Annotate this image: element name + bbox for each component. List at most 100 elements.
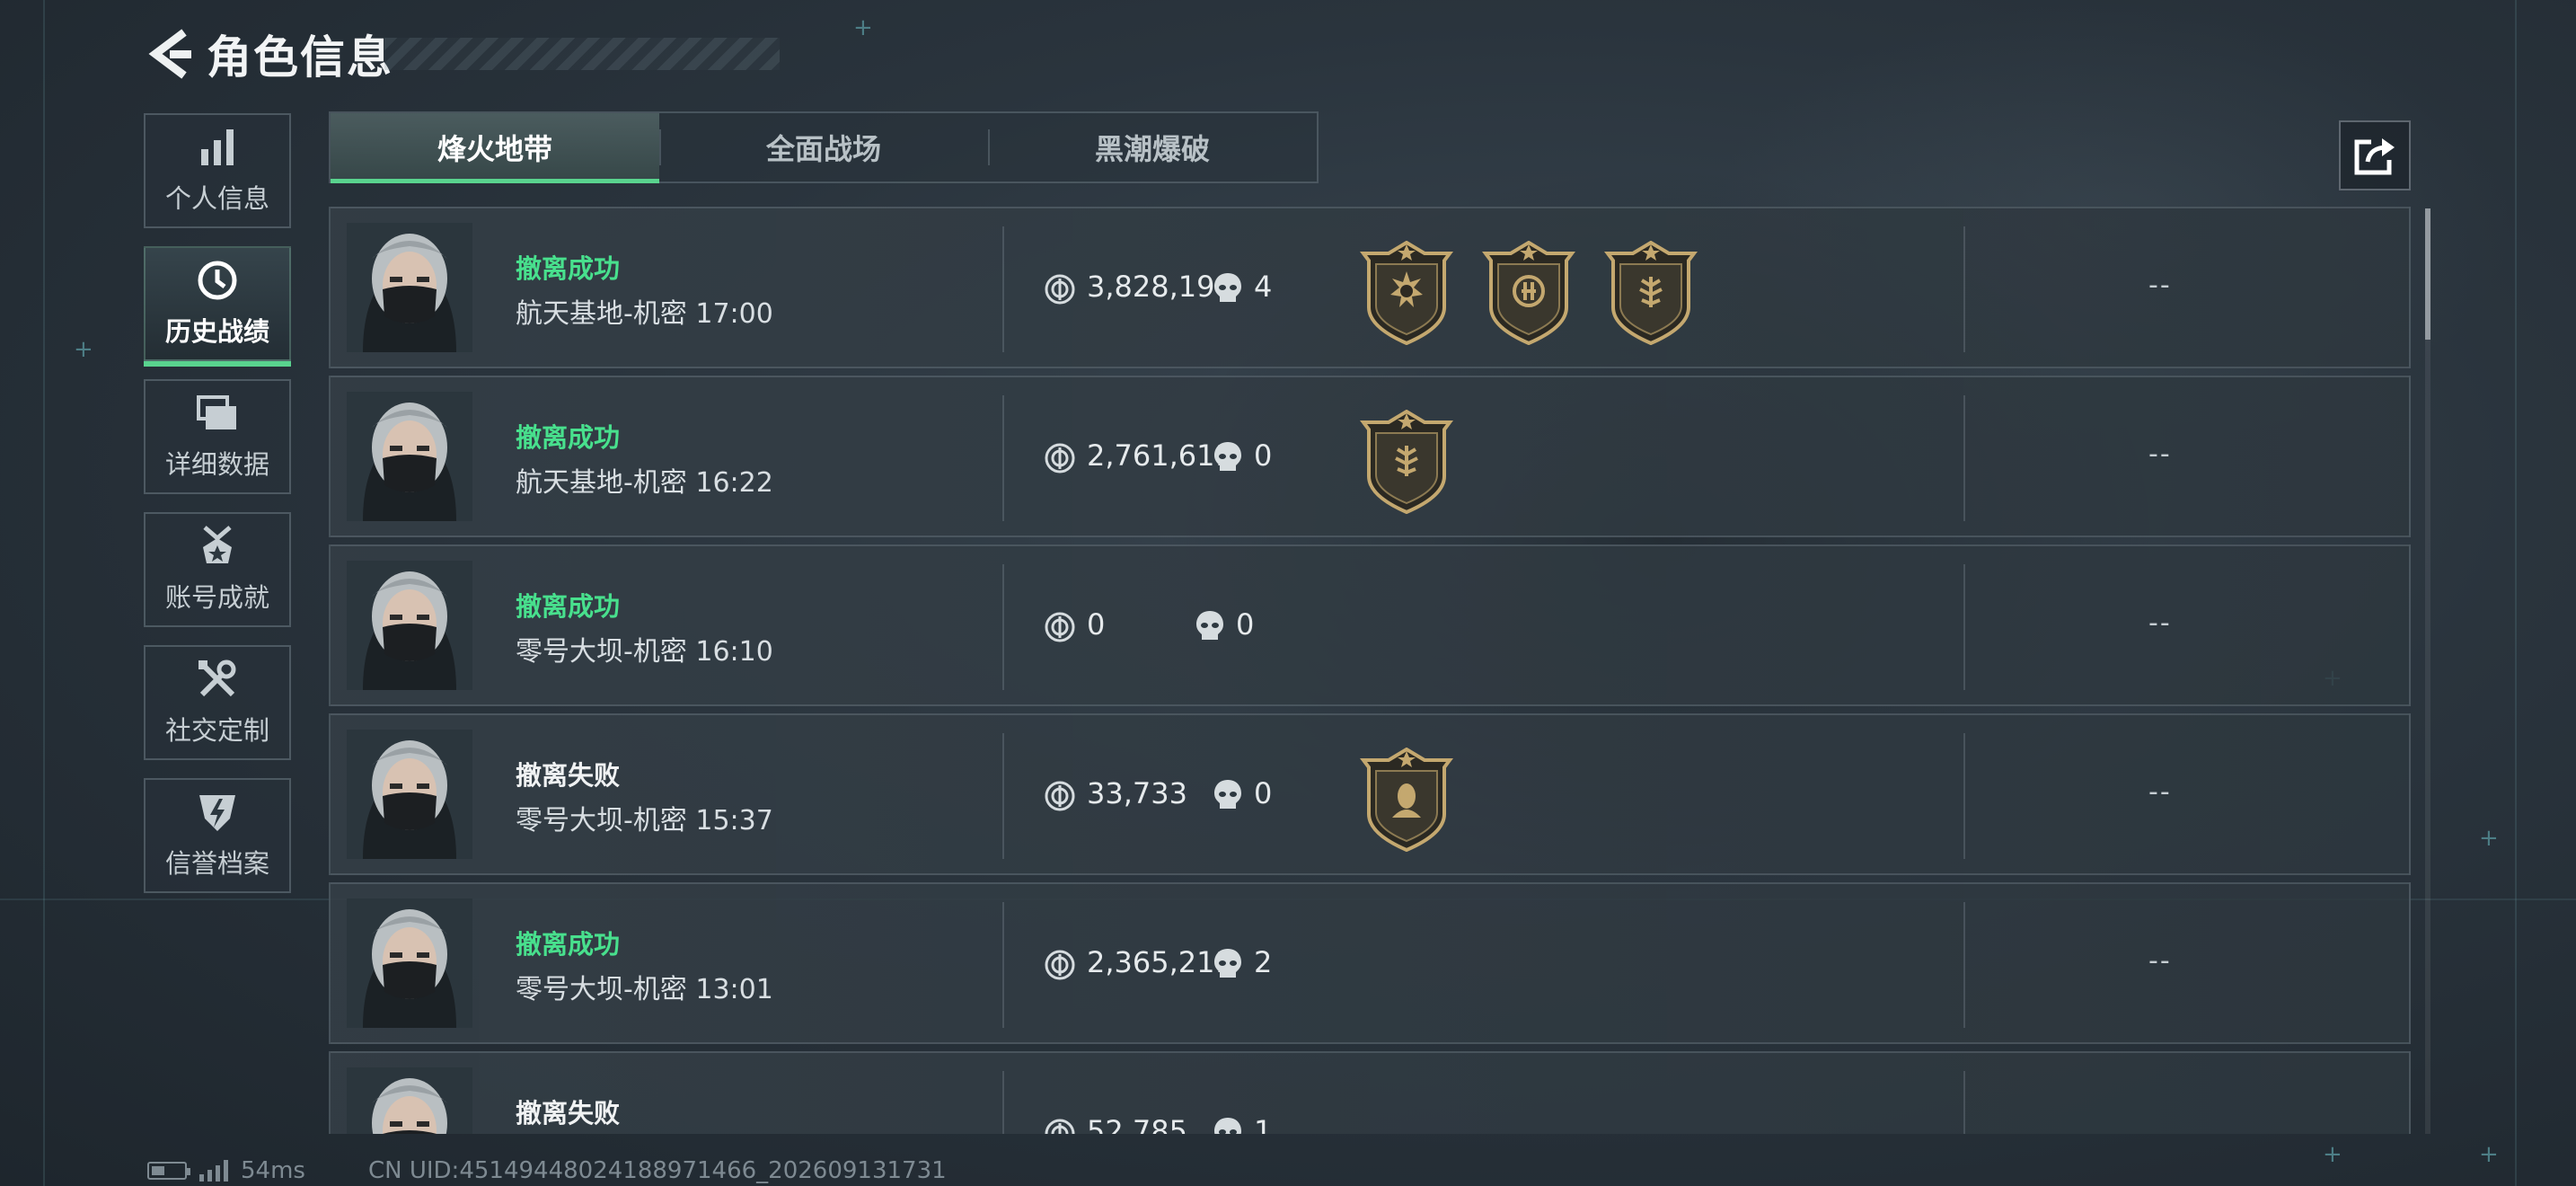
divider	[1002, 395, 1004, 521]
divider	[1963, 226, 1965, 352]
skull-icon	[1213, 271, 1243, 305]
extraction-status: 撤离成功	[516, 591, 621, 622]
match-row[interactable]: 撤离成功 航天基地-机密 16:22 2,761,611 0 --	[329, 376, 2411, 537]
match-row[interactable]: 撤离成功零号大坝-机密 16:10 0 0 --	[329, 544, 2411, 706]
clock-icon	[196, 259, 239, 302]
match-row[interactable]: 撤离成功 零号大坝-机密 13:01 2,365,211 2 --	[329, 882, 2411, 1044]
page-header: 角色信息	[144, 25, 780, 84]
sidebar-item-achievements[interactable]: 账号成就	[144, 512, 291, 627]
wheat-badge[interactable]	[1358, 409, 1455, 515]
bar-chart-icon	[196, 126, 239, 169]
sidebar-item-detailed-data[interactable]: 详细数据	[144, 379, 291, 494]
ping-value: 54ms	[241, 1157, 305, 1184]
match-row[interactable]: 撤离失败 52,785 1	[329, 1051, 2411, 1134]
extraction-status: 撤离成功	[516, 253, 621, 284]
loot-value: 33,733	[1087, 776, 1187, 810]
kill-count: 0	[1236, 607, 1255, 642]
match-row[interactable]: 撤离失败零号大坝-机密 15:37 33,733 0 --	[329, 713, 2411, 875]
coin-icon	[1044, 780, 1076, 812]
loot-value: 2,365,211	[1087, 945, 1233, 979]
tab-blackout[interactable]: 黑潮爆破	[988, 113, 1317, 181]
divider	[1963, 1071, 1965, 1134]
skull-icon	[1213, 778, 1243, 812]
sidebar-item-reputation[interactable]: 信誉档案	[144, 778, 291, 893]
coin-icon	[1044, 949, 1076, 981]
kill-count: 0	[1254, 438, 1273, 473]
map-and-time: 航天基地-机密 16:22	[516, 467, 773, 499]
extra-info: --	[2148, 776, 2172, 808]
skull-icon	[1195, 609, 1225, 643]
sidebar: 个人信息 历史战绩 详细数据 账号成就 社交定制 信誉档案	[144, 113, 295, 911]
loot-value: 2,761,611	[1087, 438, 1233, 473]
loot-value: 52,785	[1087, 1114, 1187, 1134]
sidebar-item-label: 社交定制	[164, 715, 269, 746]
operator-avatar	[347, 223, 472, 352]
divider	[1963, 395, 1965, 521]
mode-tabs: 烽火地带 全面战场 黑潮爆破	[329, 111, 1319, 183]
extraction-status: 撤离失败	[516, 1098, 621, 1128]
loot-value: 0	[1087, 607, 1106, 642]
divider	[1002, 733, 1004, 859]
back-button[interactable]	[144, 27, 198, 81]
battery-icon	[147, 1162, 190, 1180]
operator-avatar	[347, 1067, 472, 1134]
shield-bolt-icon	[196, 791, 239, 834]
tab-battlefield[interactable]: 全面战场	[659, 113, 988, 181]
sidebar-item-label: 账号成就	[164, 582, 269, 613]
share-icon	[2354, 138, 2395, 175]
title-stripe-decoration	[384, 38, 780, 70]
scrollbar-thumb[interactable]	[2425, 208, 2430, 340]
operator-avatar	[347, 898, 472, 1028]
match-history-list: 撤离成功 航天基地-机密 17:00 3,828,196 4 -- 撤离成功 航天基地-机密…	[329, 207, 2411, 1134]
sidebar-item-social[interactable]: 社交定制	[144, 645, 291, 760]
sun-skull-badge[interactable]	[1358, 240, 1455, 346]
tools-icon	[196, 658, 239, 701]
divider	[1002, 1071, 1004, 1134]
operator-avatar	[347, 392, 472, 521]
extraction-status: 撤离失败	[516, 760, 621, 791]
signal-icon	[199, 1160, 228, 1182]
match-row[interactable]: 撤离成功 航天基地-机密 17:00 3,828,196 4 --	[329, 207, 2411, 368]
coin-icon	[1044, 442, 1076, 474]
skull-icon	[1213, 440, 1243, 474]
divider	[1002, 564, 1004, 690]
tab-warzone[interactable]: 烽火地带	[331, 113, 659, 183]
sidebar-item-label: 个人信息	[164, 183, 269, 214]
sidebar-item-label: 历史战绩	[164, 316, 269, 347]
page-title: 角色信息	[207, 31, 393, 84]
kill-count: 0	[1254, 776, 1273, 810]
operator-avatar	[347, 561, 472, 690]
kill-count: 4	[1254, 270, 1273, 304]
extra-info: --	[2148, 438, 2172, 470]
divider	[1963, 733, 1965, 859]
operator-avatar	[347, 730, 472, 859]
badge-list	[1358, 409, 1455, 515]
scrollbar-track[interactable]	[2425, 208, 2430, 1134]
loot-value: 3,828,196	[1087, 270, 1233, 304]
medal-icon	[196, 525, 239, 568]
hooded-figure-badge[interactable]	[1358, 747, 1455, 853]
share-button[interactable]	[2339, 120, 2411, 190]
back-arrow-icon	[148, 29, 191, 79]
uid-text: CN UID:45149448024188971466_202609131731	[367, 1157, 947, 1184]
badge-list	[1358, 747, 1455, 853]
divider	[1002, 902, 1004, 1028]
extraction-status: 撤离成功	[516, 929, 621, 960]
sidebar-item-label: 详细数据	[164, 449, 269, 480]
wheat-badge[interactable]	[1602, 240, 1699, 346]
extra-info: --	[2148, 270, 2172, 301]
divider	[1002, 226, 1004, 352]
map-and-time: 零号大坝-机密 16:10	[516, 636, 773, 668]
folders-icon	[196, 392, 239, 435]
map-and-time: 零号大坝-机密 15:37	[516, 805, 773, 836]
sidebar-item-personal-info[interactable]: 个人信息	[144, 113, 291, 228]
divider	[1963, 564, 1965, 690]
sidebar-item-match-history[interactable]: 历史战绩	[144, 246, 291, 367]
extra-info: --	[2148, 607, 2172, 639]
map-and-time: 零号大坝-机密 13:01	[516, 974, 773, 1005]
status-footer: 54ms CN UID:45149448024188971466_2026091…	[147, 1157, 947, 1184]
skull-icon	[1213, 1116, 1243, 1134]
badge-list	[1358, 240, 1699, 346]
coin-icon	[1044, 1118, 1076, 1134]
emblem-badge[interactable]	[1480, 240, 1577, 346]
